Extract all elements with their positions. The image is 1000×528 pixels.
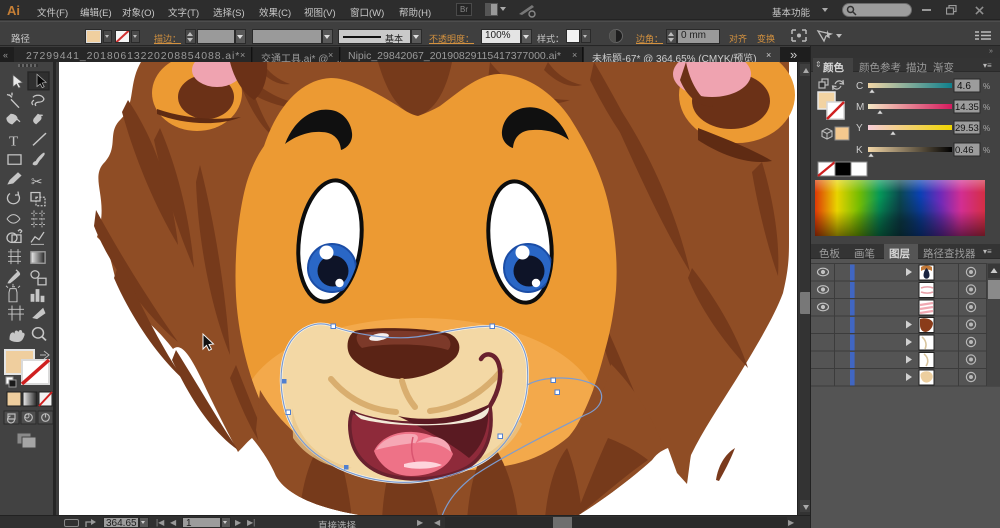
svg-text:14.35: 14.35 (955, 102, 979, 113)
svg-text:C: C (856, 81, 863, 92)
svg-text:29.53: 29.53 (955, 123, 979, 134)
svg-text:K: K (856, 145, 863, 156)
svg-text:%: % (983, 82, 990, 91)
svg-text:4.6: 4.6 (957, 81, 971, 92)
svg-text:%: % (983, 146, 990, 155)
svg-text:T: T (9, 134, 18, 150)
svg-text:M: M (856, 102, 864, 113)
svg-text:Y: Y (856, 123, 863, 134)
svg-text:0.46: 0.46 (955, 145, 974, 156)
svg-text:✂: ✂ (31, 174, 43, 189)
svg-text:%: % (983, 124, 990, 133)
svg-text:%: % (983, 103, 990, 112)
